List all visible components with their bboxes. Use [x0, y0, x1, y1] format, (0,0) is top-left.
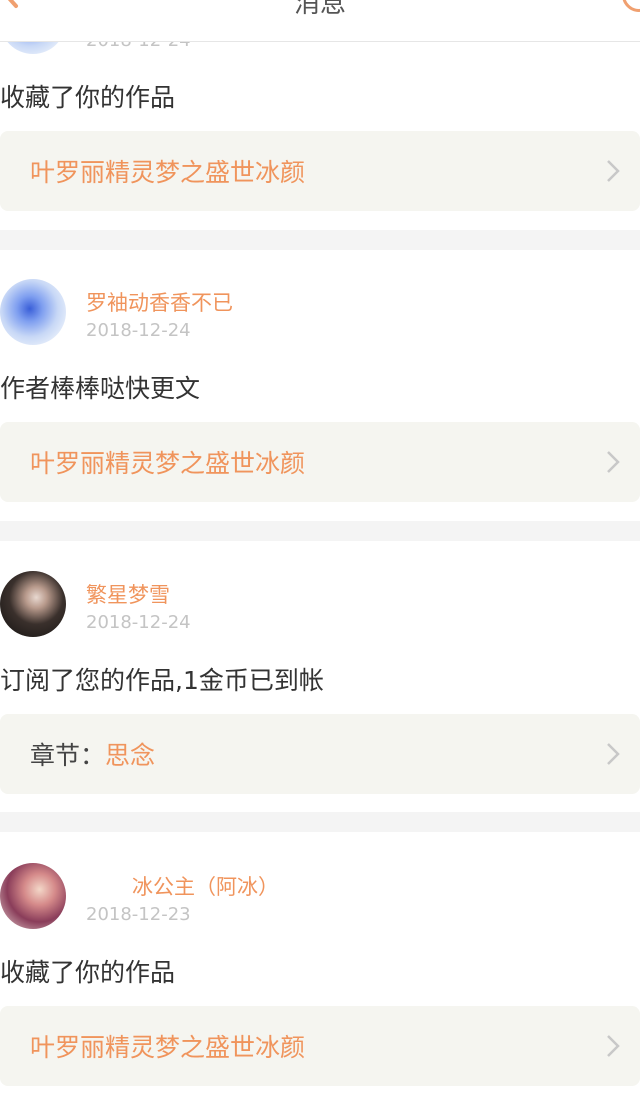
work-title: 叶罗丽精灵梦之盛世冰颜 — [30, 1033, 306, 1062]
message-text: 订阅了您的作品,1金币已到帐 — [0, 666, 324, 695]
chapter-link[interactable]: 章节：思念 — [0, 714, 640, 794]
separator — [0, 812, 640, 832]
avatar[interactable] — [0, 571, 66, 637]
work-title: 叶罗丽精灵梦之盛世冰颜 — [30, 449, 306, 478]
separator — [0, 230, 640, 250]
chevron-right-icon — [607, 451, 620, 473]
chapter-label: 章节： — [30, 741, 106, 770]
work-title: 叶罗丽精灵梦之盛世冰颜 — [30, 158, 306, 187]
message-date: 2018-12-23 — [86, 904, 191, 925]
message-date: 2018-12-24 — [86, 320, 191, 341]
work-link[interactable]: 叶罗丽精灵梦之盛世冰颜 — [0, 1006, 640, 1086]
username[interactable]: 罗袖动香香不已 — [86, 287, 233, 317]
username[interactable]: 冰公主（阿冰） — [132, 871, 279, 901]
message-card: 繁星梦雪 2018-12-24 订阅了您的作品,1金币已到帐 章节：思念 — [0, 541, 640, 812]
message-card: 罗袖动香香不已 2018-12-24 作者棒棒哒快更文 叶罗丽精灵梦之盛世冰颜 — [0, 250, 640, 521]
message-text: 作者棒棒哒快更文 — [0, 374, 201, 403]
page-title: 消息 — [293, 0, 346, 19]
top-bar: 消息 — [0, 0, 640, 42]
avatar[interactable] — [0, 863, 66, 929]
chapter-title: 思念 — [105, 741, 156, 770]
message-card: 冰公主（阿冰） 2018-12-23 收藏了你的作品 叶罗丽精灵梦之盛世冰颜 — [0, 832, 640, 1100]
chevron-right-icon — [607, 1035, 620, 1057]
message-date: 2018-12-24 — [86, 612, 191, 633]
chevron-right-icon — [607, 160, 620, 182]
avatar[interactable] — [0, 279, 66, 345]
username[interactable]: 繁星梦雪 — [86, 579, 170, 609]
message-text: 收藏了你的作品 — [0, 83, 176, 112]
work-link[interactable]: 叶罗丽精灵梦之盛世冰颜 — [0, 422, 640, 502]
chapter-link-text: 章节：思念 — [30, 736, 155, 772]
separator — [0, 521, 640, 541]
work-link[interactable]: 叶罗丽精灵梦之盛世冰颜 — [0, 131, 640, 211]
chevron-right-icon — [607, 743, 620, 765]
message-text: 收藏了你的作品 — [0, 958, 176, 987]
